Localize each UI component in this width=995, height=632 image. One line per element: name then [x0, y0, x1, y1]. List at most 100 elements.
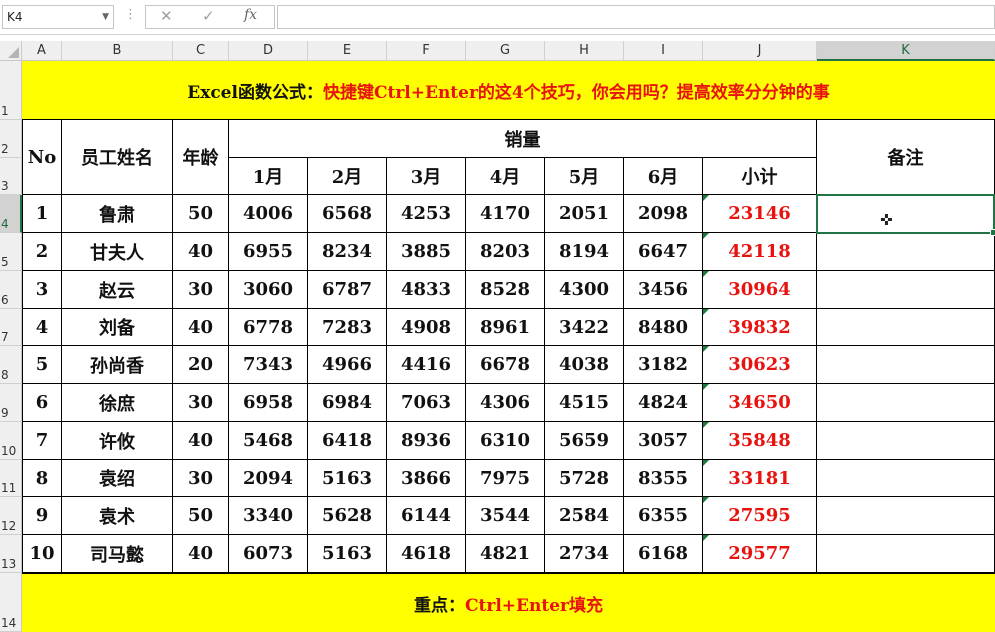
insert-function-icon[interactable]: fx	[244, 7, 257, 23]
cell-remark[interactable]	[817, 535, 995, 573]
cell-subtotal[interactable]: 23146	[703, 195, 817, 233]
cell-month[interactable]: 4908	[387, 309, 466, 346]
cell-month[interactable]: 5728	[545, 460, 624, 497]
cell-no[interactable]: 1	[22, 195, 62, 233]
cell-remark[interactable]	[817, 346, 995, 384]
header-sales[interactable]: 销量	[229, 120, 817, 158]
title-banner[interactable]: Excel函数公式： 快捷键Ctrl+Enter的这4个技巧，你会用吗？提高效率分…	[22, 61, 995, 120]
cell-age[interactable]: 40	[173, 422, 229, 460]
row-header-12[interactable]: 12	[0, 497, 22, 535]
cell-month[interactable]: 4306	[466, 384, 545, 422]
cell-subtotal[interactable]: 29577	[703, 535, 817, 573]
cell-month[interactable]: 7975	[466, 460, 545, 497]
cell-month[interactable]: 6568	[308, 195, 387, 233]
cell-age[interactable]: 20	[173, 346, 229, 384]
cell-month[interactable]: 2051	[545, 195, 624, 233]
cell-month[interactable]: 4821	[466, 535, 545, 573]
cell-month[interactable]: 3340	[229, 497, 308, 535]
cell-subtotal[interactable]: 27595	[703, 497, 817, 535]
header-month[interactable]: 4月	[466, 158, 545, 195]
cell-month[interactable]: 4966	[308, 346, 387, 384]
cell-month[interactable]: 5163	[308, 460, 387, 497]
header-no[interactable]: No	[22, 120, 62, 195]
row-header-10[interactable]: 10	[0, 422, 22, 460]
cell-remark[interactable]	[817, 271, 995, 309]
enter-icon[interactable]: ✓	[202, 7, 215, 25]
cell-month[interactable]: 8480	[624, 309, 703, 346]
cell-month[interactable]: 6144	[387, 497, 466, 535]
cell-age[interactable]: 50	[173, 497, 229, 535]
cell-month[interactable]: 4515	[545, 384, 624, 422]
cell-age[interactable]: 30	[173, 460, 229, 497]
cell-no[interactable]: 3	[22, 271, 62, 309]
cell-age[interactable]: 30	[173, 271, 229, 309]
cell-age[interactable]: 30	[173, 384, 229, 422]
cell-month[interactable]: 7343	[229, 346, 308, 384]
header-month[interactable]: 3月	[387, 158, 466, 195]
cell-no[interactable]: 9	[22, 497, 62, 535]
cell-month[interactable]: 4253	[387, 195, 466, 233]
cell-remark[interactable]	[817, 460, 995, 497]
cell-month[interactable]: 5163	[308, 535, 387, 573]
cell-name[interactable]: 徐庶	[62, 384, 173, 422]
row-header-6[interactable]: 6	[0, 271, 22, 309]
row-header-13[interactable]: 13	[0, 535, 22, 573]
cell-name[interactable]: 刘备	[62, 309, 173, 346]
cell-no[interactable]: 4	[22, 309, 62, 346]
cell-name[interactable]: 鲁肃	[62, 195, 173, 233]
cell-month[interactable]: 4833	[387, 271, 466, 309]
cell-name[interactable]: 袁绍	[62, 460, 173, 497]
cell-month[interactable]: 4006	[229, 195, 308, 233]
header-month[interactable]: 5月	[545, 158, 624, 195]
cell-subtotal[interactable]: 42118	[703, 233, 817, 271]
cell-month[interactable]: 6678	[466, 346, 545, 384]
cell-age[interactable]: 40	[173, 309, 229, 346]
cell-name[interactable]: 孙尚香	[62, 346, 173, 384]
row-header-11[interactable]: 11	[0, 460, 22, 497]
cell-month[interactable]: 6073	[229, 535, 308, 573]
row-header-8[interactable]: 8	[0, 346, 22, 384]
cell-month[interactable]: 6168	[624, 535, 703, 573]
row-header-7[interactable]: 7	[0, 309, 22, 346]
cell-month[interactable]: 5628	[308, 497, 387, 535]
col-header-e[interactable]: E	[308, 41, 387, 61]
cell-remark[interactable]	[817, 384, 995, 422]
cell-month[interactable]: 8234	[308, 233, 387, 271]
cell-month[interactable]: 6984	[308, 384, 387, 422]
cell-no[interactable]: 6	[22, 384, 62, 422]
cell-month[interactable]: 4170	[466, 195, 545, 233]
cell-name[interactable]: 赵云	[62, 271, 173, 309]
header-month[interactable]: 6月	[624, 158, 703, 195]
cell-month[interactable]: 7063	[387, 384, 466, 422]
cell-name[interactable]: 许攸	[62, 422, 173, 460]
cancel-icon[interactable]: ✕	[160, 7, 173, 25]
cell-month[interactable]: 4416	[387, 346, 466, 384]
col-header-i[interactable]: I	[624, 41, 703, 61]
cell-month[interactable]: 8961	[466, 309, 545, 346]
cell-month[interactable]: 6778	[229, 309, 308, 346]
col-header-k[interactable]: K	[817, 41, 995, 61]
row-header-5[interactable]: 5	[0, 233, 22, 271]
col-header-c[interactable]: C	[173, 41, 229, 61]
cell-month[interactable]: 3544	[466, 497, 545, 535]
cell-month[interactable]: 3885	[387, 233, 466, 271]
row-header-4[interactable]: 4	[0, 195, 22, 233]
cell-subtotal[interactable]: 30623	[703, 346, 817, 384]
cell-month[interactable]: 3057	[624, 422, 703, 460]
col-header-h[interactable]: H	[545, 41, 624, 61]
col-header-a[interactable]: A	[22, 41, 62, 61]
cell-month[interactable]: 4824	[624, 384, 703, 422]
row-header-1[interactable]: 1	[0, 61, 22, 120]
col-header-d[interactable]: D	[229, 41, 308, 61]
cell-selection[interactable]	[816, 194, 995, 236]
cell-month[interactable]: 3060	[229, 271, 308, 309]
cell-age[interactable]: 40	[173, 535, 229, 573]
chevron-down-icon[interactable]: ▼	[102, 6, 109, 28]
cell-month[interactable]: 5659	[545, 422, 624, 460]
cell-month[interactable]: 4300	[545, 271, 624, 309]
cell-month[interactable]: 3866	[387, 460, 466, 497]
cell-no[interactable]: 10	[22, 535, 62, 573]
col-header-j[interactable]: J	[703, 41, 817, 61]
col-header-g[interactable]: G	[466, 41, 545, 61]
select-all-corner[interactable]	[0, 41, 22, 61]
